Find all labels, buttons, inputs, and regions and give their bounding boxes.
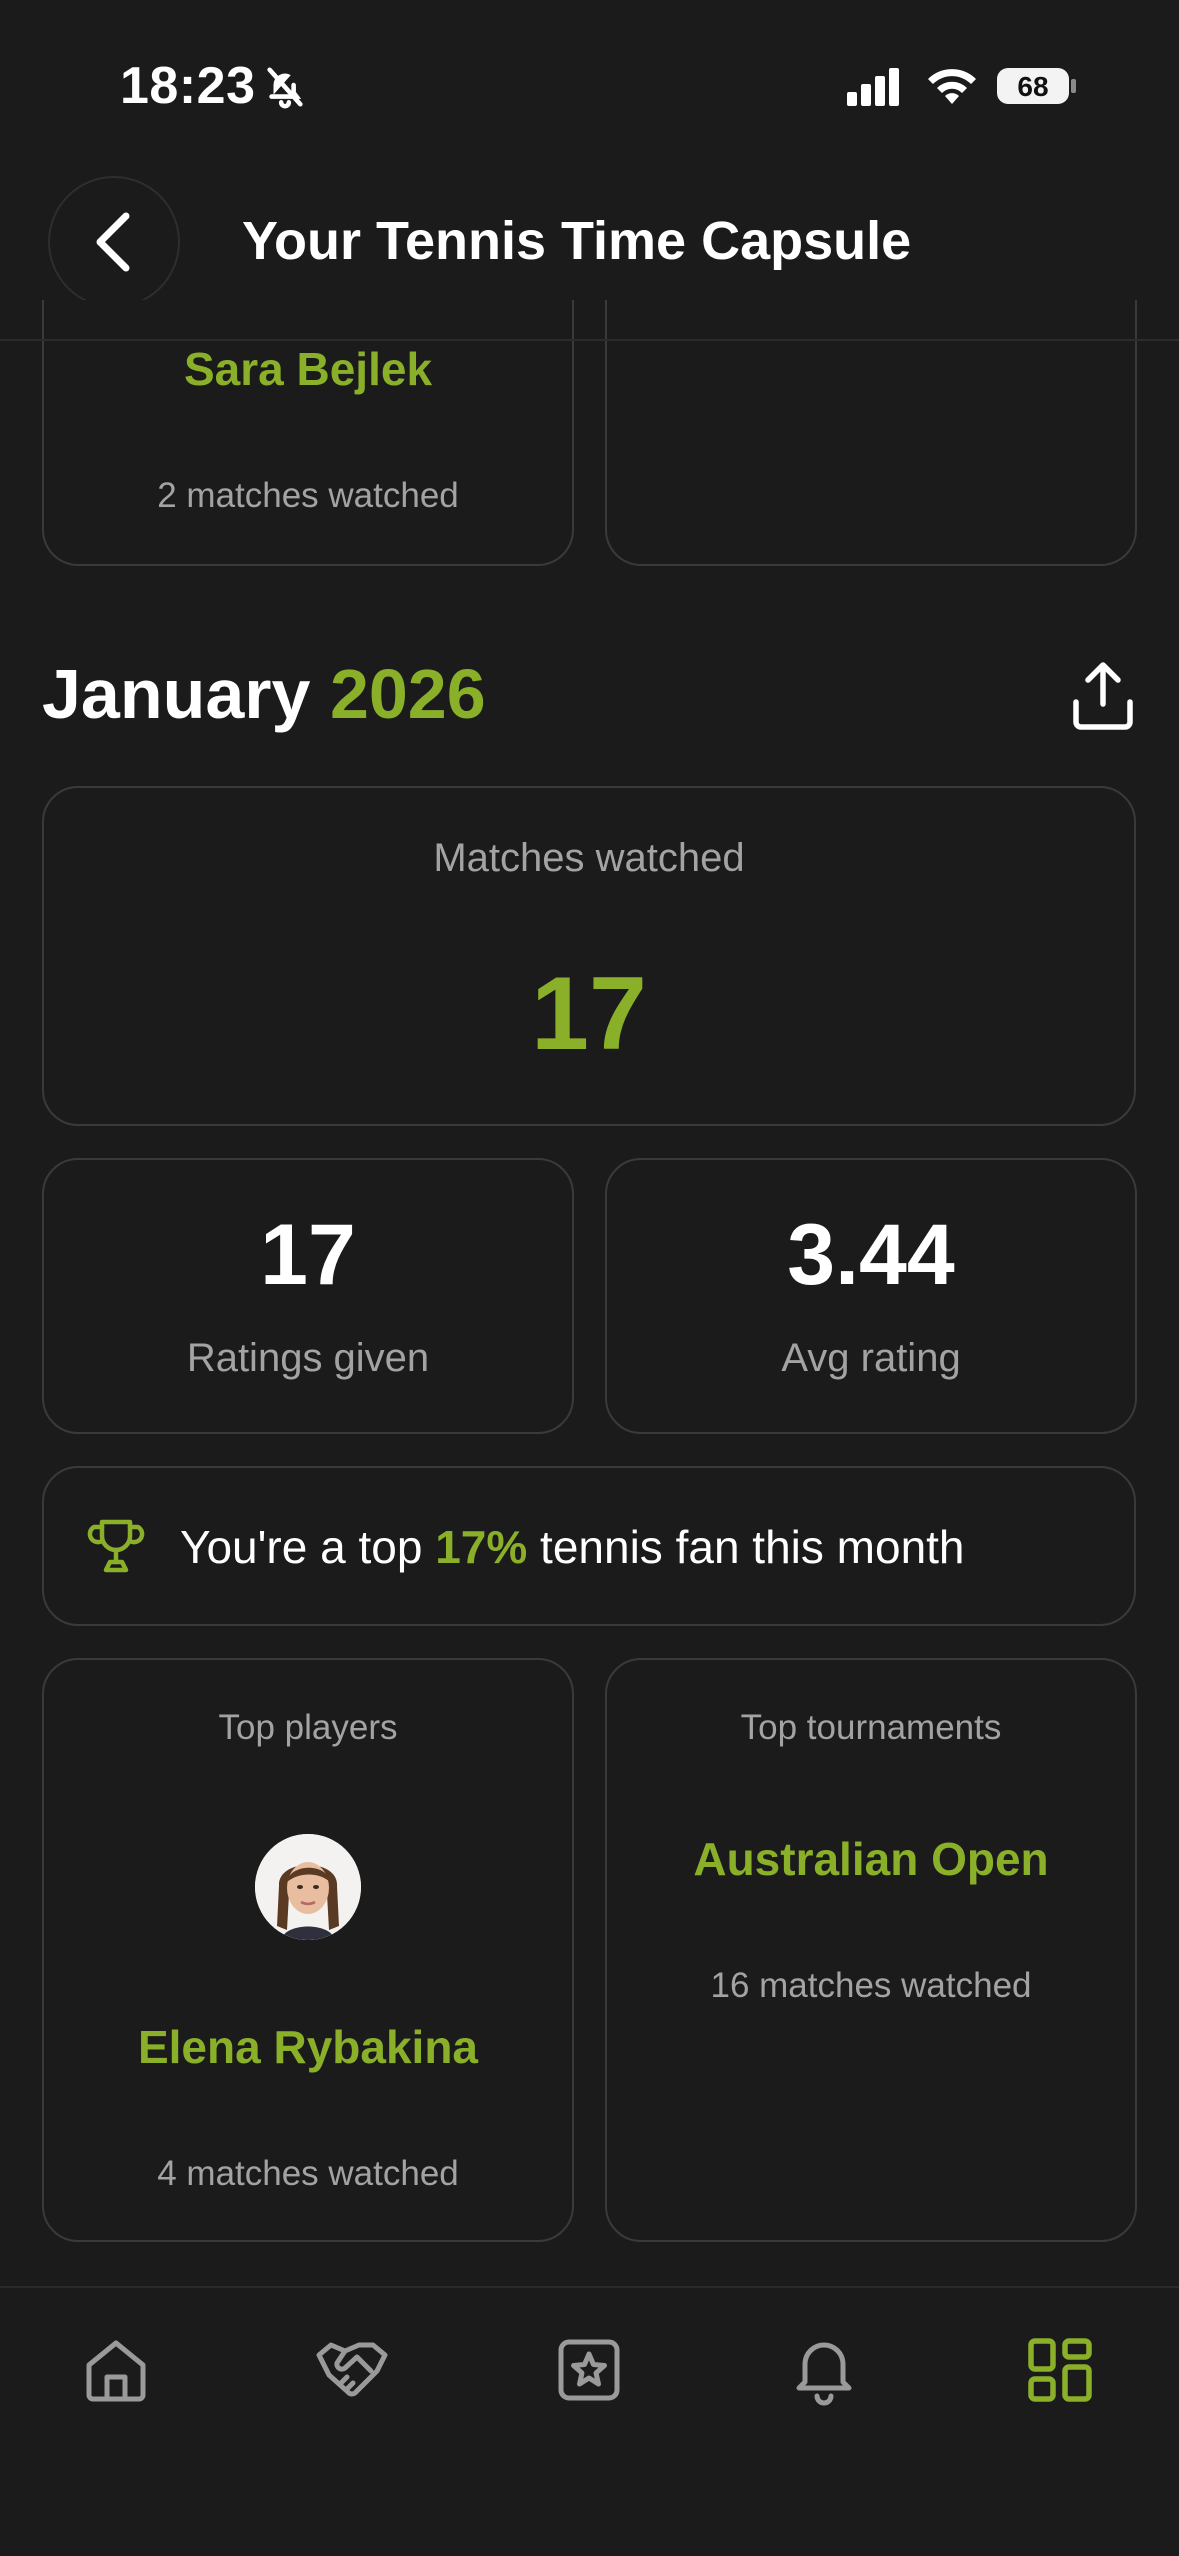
- matches-watched-value: 17: [531, 956, 647, 1072]
- page-title: Your Tennis Time Capsule: [242, 211, 912, 271]
- nav-matches[interactable]: [312, 2330, 392, 2410]
- top-players-label: Top players: [218, 1708, 398, 1747]
- battery-icon: 68: [996, 64, 1078, 108]
- battery-level: 68: [1017, 71, 1048, 102]
- wifi-icon: [925, 64, 979, 108]
- top-tournaments-label: Top tournaments: [740, 1708, 1002, 1747]
- month-heading: January 2026: [42, 654, 486, 734]
- top-player-name[interactable]: Elena Rybakina: [42, 2020, 574, 2074]
- header-divider: [0, 339, 1179, 341]
- player-avatar[interactable]: [255, 1834, 361, 1940]
- home-icon: [86, 2340, 146, 2402]
- fan-percentile-text: You're a top 17% tennis fan this month: [180, 1521, 965, 1573]
- avg-rating-label: Avg rating: [781, 1336, 961, 1380]
- chevron-left-icon: [96, 212, 130, 272]
- top-tournament-name[interactable]: Australian Open: [605, 1832, 1137, 1886]
- ratings-given-label: Ratings given: [186, 1336, 430, 1380]
- back-button[interactable]: [48, 176, 180, 308]
- previous-top-player-matches: 2 matches watched: [157, 476, 459, 515]
- nav-notifications[interactable]: [784, 2330, 864, 2410]
- matches-watched-label: Matches watched: [433, 836, 745, 880]
- nav-favorites[interactable]: [549, 2330, 629, 2410]
- month-name: January: [42, 655, 311, 733]
- bell-icon: [796, 2342, 852, 2406]
- top-tournament-matches: 16 matches watched: [710, 1966, 1032, 2005]
- share-icon: [1073, 662, 1133, 730]
- handshake-icon: [316, 2342, 388, 2397]
- grid-icon: [1028, 2338, 1092, 2402]
- share-button[interactable]: [1070, 660, 1136, 732]
- month-year: 2026: [329, 655, 486, 733]
- bottom-nav-divider: [0, 2286, 1179, 2288]
- cellular-signal-icon: [845, 66, 907, 110]
- top-player-matches: 4 matches watched: [157, 2154, 459, 2193]
- nav-capsule[interactable]: [1020, 2330, 1100, 2410]
- star-square-icon: [558, 2339, 620, 2401]
- fan-percentile-value: 17%: [435, 1521, 528, 1573]
- ratings-given-value: 17: [260, 1207, 356, 1303]
- nav-home[interactable]: [76, 2330, 156, 2410]
- silent-bell-icon: [262, 64, 308, 110]
- avg-rating-value: 3.44: [787, 1207, 955, 1303]
- trophy-icon: [86, 1516, 146, 1576]
- status-time: 18:23: [120, 57, 256, 115]
- previous-top-player-name[interactable]: Sara Bejlek: [42, 342, 574, 396]
